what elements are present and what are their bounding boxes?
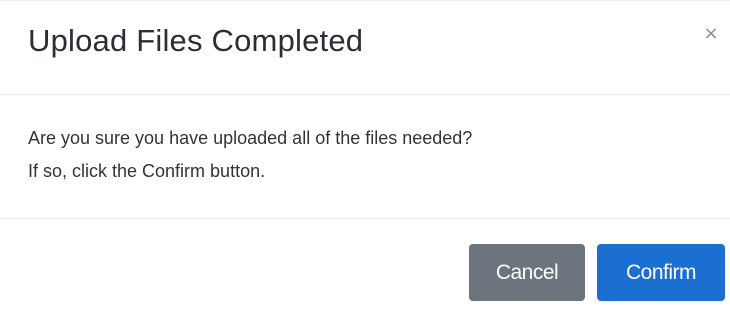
dialog-message-line-1: Are you sure you have uploaded all of th…	[28, 128, 473, 148]
close-icon[interactable]: ×	[703, 23, 718, 44]
cancel-button[interactable]: Cancel	[469, 244, 585, 301]
dialog-header: Upload Files Completed ×	[0, 1, 730, 95]
dialog-title: Upload Files Completed	[28, 23, 364, 58]
dialog-body: Are you sure you have uploaded all of th…	[0, 95, 730, 219]
confirm-button[interactable]: Confirm	[597, 244, 725, 301]
dialog-footer: Cancel Confirm	[0, 219, 730, 313]
dialog-message-line-2: If so, click the Confirm button.	[28, 161, 266, 181]
upload-files-completed-dialog: Upload Files Completed × Are you sure yo…	[0, 0, 730, 313]
close-button[interactable]: ×	[702, 23, 720, 45]
